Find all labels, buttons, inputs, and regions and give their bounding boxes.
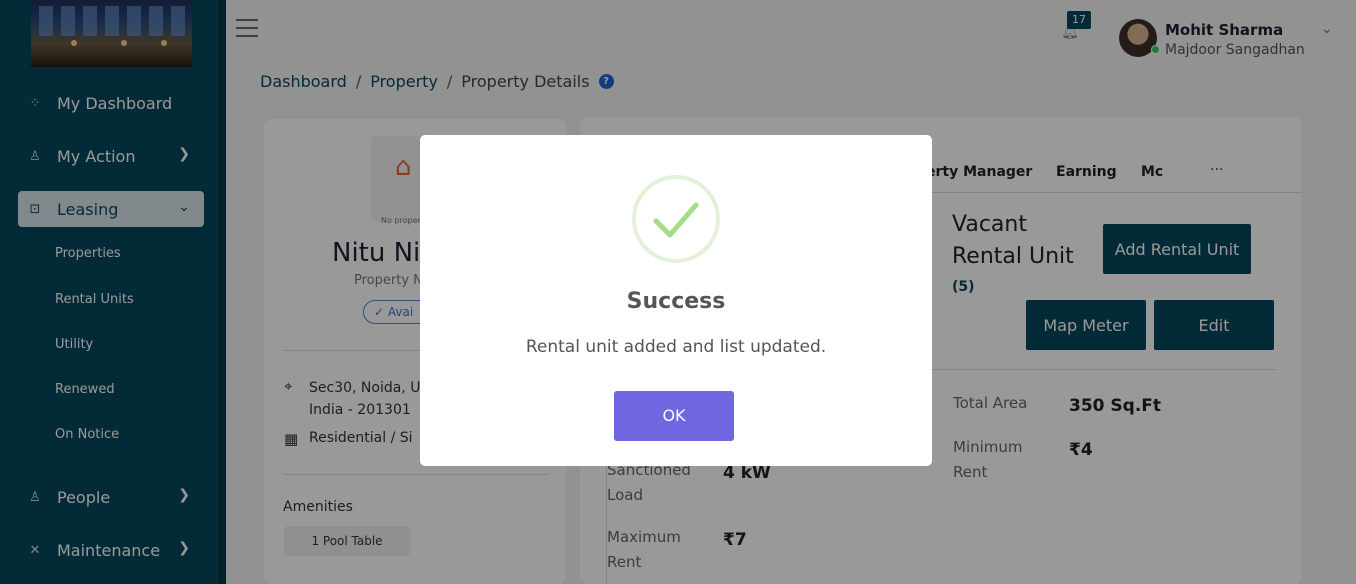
success-dialog: Success Rental unit added and list updat… — [420, 135, 932, 466]
ok-button[interactable]: OK — [614, 391, 734, 441]
dialog-message: Rental unit added and list updated. — [525, 337, 827, 357]
success-check-icon — [632, 175, 720, 263]
dialog-title: Success — [626, 289, 726, 314]
